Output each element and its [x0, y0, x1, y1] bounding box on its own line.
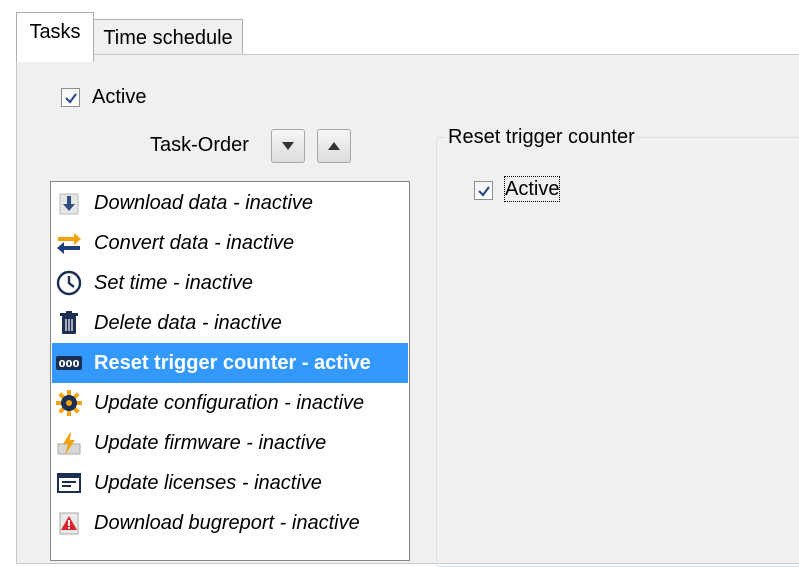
detail-active-checkbox[interactable] — [474, 181, 493, 200]
trash-icon — [56, 310, 82, 336]
tab-tasks[interactable]: Tasks — [16, 12, 94, 62]
task-label: Update firmware - inactive — [94, 431, 327, 454]
task-order-label: Task-Order — [150, 134, 249, 156]
checkmark-icon — [64, 92, 77, 104]
task-label: Convert data - inactive — [94, 231, 295, 254]
list-item[interactable]: Set time - inactive — [52, 263, 408, 303]
active-label: Active — [92, 86, 147, 108]
detail-active-label: Active — [503, 176, 561, 202]
convert-arrows-icon — [56, 230, 82, 256]
triangle-down-icon — [282, 142, 294, 150]
active-checkbox[interactable] — [61, 88, 80, 107]
triangle-up-icon — [328, 142, 340, 150]
tab-time-schedule[interactable]: Time schedule — [93, 19, 243, 56]
task-label: Delete data - inactive — [94, 311, 282, 334]
bugreport-icon — [56, 510, 82, 536]
list-item[interactable]: Update licenses - inactive — [52, 463, 408, 503]
task-label: Download data - inactive — [94, 191, 314, 214]
detail-groupbox — [436, 137, 799, 567]
tab-time-schedule-label: Time schedule — [103, 26, 233, 49]
license-icon — [56, 470, 82, 496]
task-label: Set time - inactive — [94, 271, 253, 294]
list-item[interactable]: Download bugreport - inactive — [52, 503, 408, 543]
move-up-button[interactable] — [317, 129, 351, 163]
list-item[interactable]: Delete data - inactive — [52, 303, 408, 343]
gear-icon — [56, 390, 82, 416]
list-item[interactable]: Download data - inactive — [52, 183, 408, 223]
svg-text:000: 000 — [59, 359, 80, 370]
list-item-selected[interactable]: 000 Reset trigger counter - active — [52, 343, 408, 383]
move-down-button[interactable] — [271, 129, 305, 163]
task-label: Download bugreport - inactive — [94, 511, 360, 534]
list-item[interactable]: Convert data - inactive — [52, 223, 408, 263]
firmware-icon — [56, 430, 82, 456]
download-icon — [56, 190, 82, 216]
task-label: Update licenses - inactive — [94, 471, 322, 494]
task-label: Reset trigger counter - active — [94, 351, 371, 374]
detail-title: Reset trigger counter — [446, 125, 637, 149]
counter-icon: 000 — [56, 350, 82, 376]
task-list[interactable]: Download data - inactive Convert data - … — [50, 181, 410, 561]
clock-icon — [56, 270, 82, 296]
list-item[interactable]: Update configuration - inactive — [52, 383, 408, 423]
checkmark-icon — [477, 185, 490, 197]
task-label: Update configuration - inactive — [94, 391, 365, 414]
list-item[interactable]: Update firmware - inactive — [52, 423, 408, 463]
tab-tasks-label: Tasks — [29, 21, 81, 43]
